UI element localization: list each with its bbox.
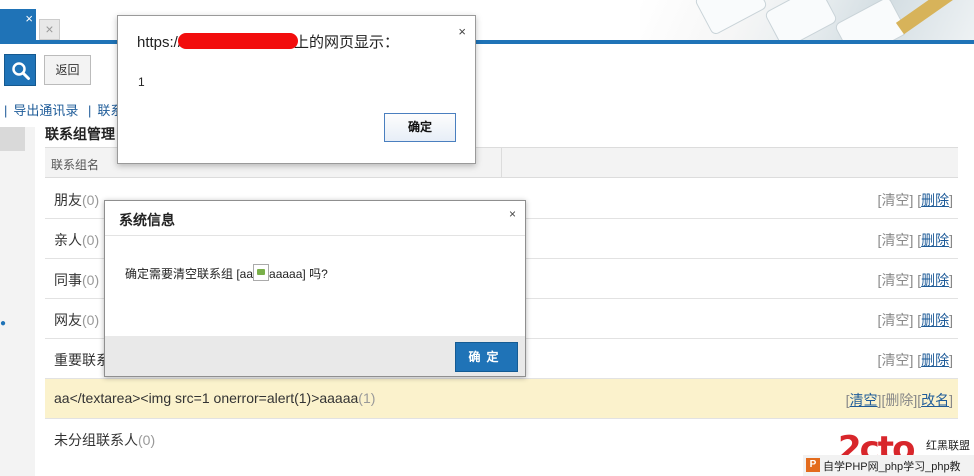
delete-link[interactable]: 删除 [921,272,949,288]
column-header-name: 联系组名 [51,158,100,172]
delete-link[interactable]: 删除 [885,392,913,408]
sidebar [0,127,35,476]
group-name: 朋友 [54,192,82,208]
clear-link[interactable]: 清空 [881,192,909,208]
tab-close-icon[interactable]: × [25,11,33,26]
group-count: (0) [138,432,156,448]
alert-close-icon[interactable]: × [458,24,466,39]
search-button[interactable] [4,54,36,86]
delete-link[interactable]: 删除 [921,192,949,208]
sidebar-bullet-icon: ● [0,318,7,329]
dialog-message: 确定需要清空联系组 [aa aaaaa] 吗? [125,264,328,282]
broken-image-icon [253,264,270,281]
group-count: (0) [82,312,100,328]
system-info-dialog: 系统信息 × 确定需要清空联系组 [aa aaaaa] 吗? 确定 [104,200,526,377]
link-separator: | [4,103,8,118]
watermark-logo-text: 红黑联盟 [926,440,970,452]
group-count: (1) [358,390,376,406]
alert-ok-button[interactable]: 确定 [384,113,456,142]
export-contacts-link[interactable]: 导出通讯录 [13,103,78,118]
back-button[interactable]: 返回 [44,55,91,85]
header-keyboard-decoration [640,0,974,40]
search-icon [12,62,30,80]
table-row-highlighted: aa</textarea><img src=1 onerror=alert(1)… [45,379,958,419]
group-name: 网友 [54,312,82,328]
delete-link[interactable]: 删除 [921,232,949,248]
table-row: 未分组联系人(0) [45,419,958,459]
group-count: (0) [82,272,100,288]
action-links: | 导出通讯录 | 联系 [4,100,123,119]
dialog-close-icon[interactable]: × [509,207,516,221]
link-separator: | [88,103,92,118]
group-name: 未分组联系人 [54,432,138,448]
group-count: (0) [82,192,100,208]
page-title: 联系组管理 [45,126,115,142]
delete-link[interactable]: 删除 [921,352,949,368]
alert-title: https://上的网页显示： [137,33,400,51]
watermark-bar: P 自学PHP网_php学习_php教 [803,455,974,476]
group-name: 亲人 [54,232,82,248]
alert-message: 1 [138,75,145,89]
clear-link[interactable]: 清空 [881,312,909,328]
redaction-mark [178,33,299,49]
clear-link[interactable]: 清空 [881,272,909,288]
dialog-ok-button[interactable]: 确定 [455,342,518,372]
group-name: 同事 [54,272,82,288]
clear-link[interactable]: 清空 [881,352,909,368]
clear-link[interactable]: 清空 [881,232,909,248]
watermark-p-icon: P [806,458,820,472]
delete-link[interactable]: 删除 [921,312,949,328]
group-name: 重要联系 [54,352,110,368]
watermark-text: 自学PHP网_php学习_php教 [823,461,961,473]
group-name: aa</textarea><img src=1 onerror=alert(1)… [54,390,359,406]
dialog-title: 系统信息 [119,212,175,228]
tab-inactive-close-icon[interactable]: × [39,19,60,40]
sidebar-item-active[interactable] [0,127,25,151]
group-count: (0) [82,232,100,248]
tab-active[interactable]: × [0,9,36,40]
clear-link[interactable]: 清空 [850,392,878,408]
rename-link[interactable]: 改名 [921,392,949,408]
browser-alert-dialog: https://上的网页显示： × 1 确定 [117,15,476,164]
